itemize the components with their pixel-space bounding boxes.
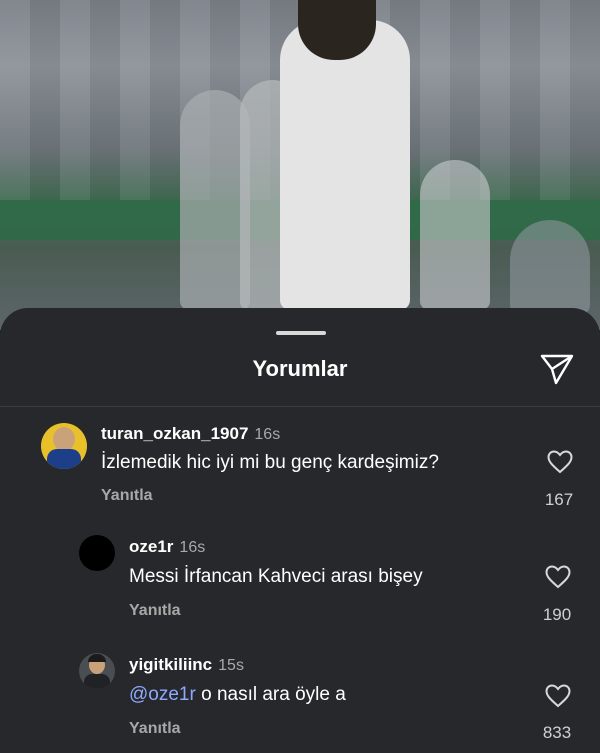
mention-link[interactable]: @oze1r [129, 684, 196, 705]
username[interactable]: turan_ozkan_1907 [101, 424, 248, 443]
player-figure-far-right [510, 220, 590, 315]
heart-icon[interactable] [547, 450, 573, 474]
reply-button[interactable]: Yanıtla [129, 602, 181, 620]
like-count: 833 [542, 723, 572, 742]
heart-icon[interactable] [545, 684, 571, 708]
comment-time: 15s [218, 657, 244, 674]
like-count: 190 [542, 605, 572, 624]
comment-text: Messi İrfancan Kahveci arası bişey [129, 566, 423, 587]
comment-username[interactable]: oze1r 16s [129, 537, 205, 557]
player-figure-main [280, 20, 410, 310]
like-count: 167 [544, 490, 574, 509]
avatar[interactable] [79, 535, 115, 571]
player-figure-right [420, 160, 490, 310]
comment-time: 16s [254, 426, 281, 443]
username[interactable]: oze1r [129, 537, 173, 556]
comment-time: 16s [179, 539, 206, 556]
comment-username[interactable]: turan_ozkan_1907 16s [101, 424, 280, 444]
comment-username[interactable]: yigitkiliinc 15s [129, 655, 244, 675]
avatar[interactable] [41, 423, 87, 469]
avatar[interactable] [79, 653, 115, 689]
reply-button[interactable]: Yanıtla [129, 720, 181, 738]
heart-icon[interactable] [545, 565, 571, 589]
drag-handle[interactable] [276, 331, 326, 335]
sheet-title: Yorumlar [252, 356, 348, 381]
comment-text: İzlemedik hic iyi mi bu genç kardeşimiz? [101, 452, 439, 473]
background-photo [0, 0, 600, 330]
header-divider [0, 406, 600, 407]
username[interactable]: yigitkiliinc [129, 655, 212, 674]
comment-text: @oze1r o nasıl ara öyle a [129, 684, 346, 706]
comment-body: o nasıl ara öyle a [195, 684, 346, 705]
reply-button[interactable]: Yanıtla [101, 487, 153, 505]
paper-plane-icon[interactable] [539, 352, 575, 386]
